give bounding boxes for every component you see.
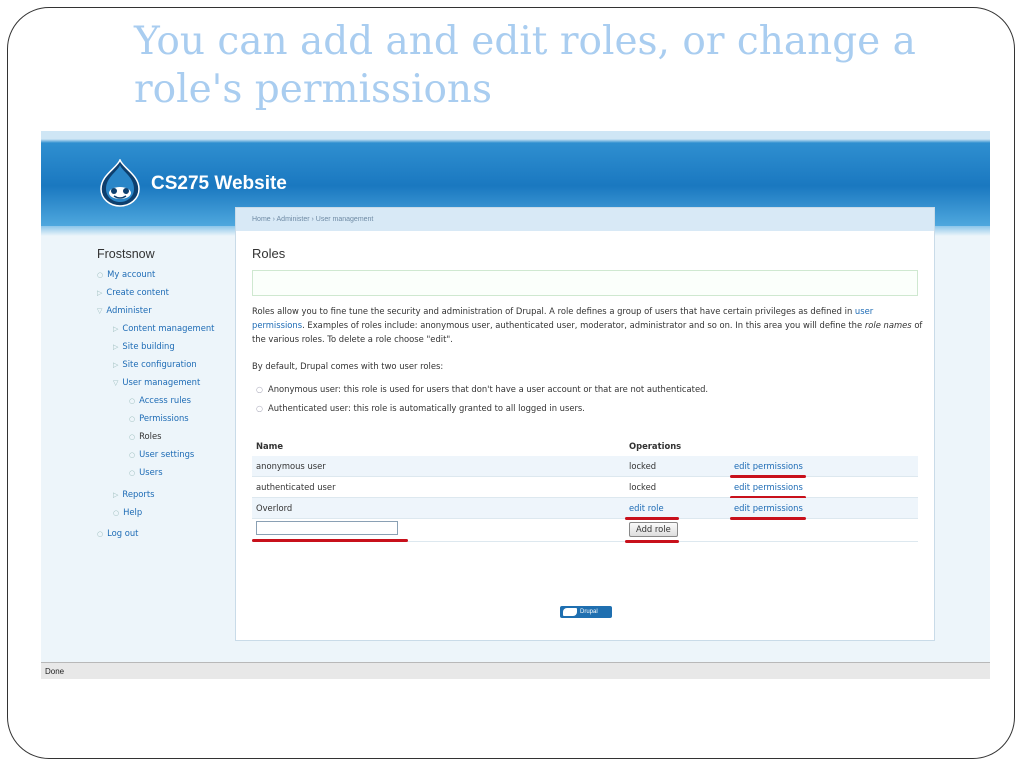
annotation-underline xyxy=(625,540,679,543)
badge-label: Drupal xyxy=(580,609,598,615)
default-roles-text: By default, Drupal comes with two user r… xyxy=(252,361,444,371)
browser-status-bar: Done xyxy=(41,662,990,679)
sidebar-item-label: Users xyxy=(139,467,163,477)
roles-table: Name Operations anonymous user locked ed… xyxy=(252,438,918,543)
collapsed-bullet-icon: ▷ xyxy=(113,361,119,369)
bullet-icon: ○ xyxy=(129,451,136,459)
role-name: anonymous user xyxy=(256,461,326,471)
page-title: Roles xyxy=(252,246,286,261)
sidebar-item-label: Create content xyxy=(106,287,169,297)
table-row: anonymous user locked edit permissions xyxy=(252,456,918,478)
sidebar-item-label: Reports xyxy=(122,489,155,499)
sidebar-item-reports[interactable]: ▷ Reports xyxy=(113,489,155,499)
sidebar-item-label: Administer xyxy=(106,305,152,315)
expanded-bullet-icon: ▽ xyxy=(113,379,119,387)
breadcrumb[interactable]: Home › Administer › User management xyxy=(236,208,934,231)
sidebar-item-label: Access rules xyxy=(139,395,192,405)
sidebar-item-user-management[interactable]: ▽ User management xyxy=(113,377,200,387)
intro-text: Roles allow you to fine tune the securit… xyxy=(252,306,853,316)
new-role-row: Add role xyxy=(252,519,918,543)
site-name[interactable]: CS275 Website xyxy=(151,173,287,195)
table-row: Overlord edit role edit permissions xyxy=(252,498,918,520)
sidebar-item-help[interactable]: ○ Help xyxy=(113,507,142,517)
sidebar-item-label: Help xyxy=(123,507,143,517)
edit-permissions-link[interactable]: edit permissions xyxy=(734,482,803,492)
sidebar-item-label: Roles xyxy=(139,431,162,441)
message-box xyxy=(252,270,918,296)
sidebar-item-label: Site configuration xyxy=(122,359,197,369)
role-name: Overlord xyxy=(256,503,293,513)
sidebar-user-name: Frostsnow xyxy=(97,247,155,261)
bullet-icon: ○ xyxy=(129,397,136,405)
sidebar-item-user-settings[interactable]: ○ User settings xyxy=(129,449,194,459)
table-header-row: Name Operations xyxy=(252,438,918,456)
sidebar-item-log-out[interactable]: ○ Log out xyxy=(97,528,138,538)
table-row: authenticated user locked edit permissio… xyxy=(252,477,918,499)
sidebar-item-label: Permissions xyxy=(139,413,189,423)
bullet-icon: ○ xyxy=(97,271,104,279)
sidebar-item-label: Site building xyxy=(122,341,175,351)
sidebar-item-create-content[interactable]: ▷ Create content xyxy=(97,287,169,297)
sidebar-item-my-account[interactable]: ○ My account xyxy=(97,269,155,279)
sidebar-item-roles[interactable]: ○ Roles xyxy=(129,431,162,441)
main-content: Home › Administer › User management Role… xyxy=(235,207,935,641)
powered-by-drupal-badge[interactable]: Drupal xyxy=(560,606,612,618)
sidebar-item-label: My account xyxy=(107,269,156,279)
bullet-icon: ○ xyxy=(113,509,120,517)
edit-permissions-link[interactable]: edit permissions xyxy=(734,503,803,513)
bullet-text: Anonymous user: this role is used for us… xyxy=(267,384,709,394)
bullet-icon: ○ xyxy=(129,433,136,441)
role-locked-text: locked xyxy=(629,482,657,492)
sidebar-item-users[interactable]: ○ Users xyxy=(129,467,163,477)
bullet-authenticated: ○ Authenticated user: this role is automa… xyxy=(256,403,585,413)
role-name: authenticated user xyxy=(256,482,336,492)
slide-title: You can add and edit roles, or change a … xyxy=(134,19,916,112)
column-header-operations: Operations xyxy=(629,441,682,451)
bullet-icon: ○ xyxy=(129,469,136,477)
intro-emphasis: role names xyxy=(864,320,912,330)
collapsed-bullet-icon: ▷ xyxy=(113,491,119,499)
collapsed-bullet-icon: ▷ xyxy=(113,343,119,351)
add-role-button[interactable]: Add role xyxy=(629,522,678,537)
sidebar-item-access-rules[interactable]: ○ Access rules xyxy=(129,395,191,405)
bullet-anonymous: ○ Anonymous user: this role is used for u… xyxy=(256,384,708,394)
new-role-name-input[interactable] xyxy=(256,521,398,535)
bullet-text: Authenticated user: this role is automat… xyxy=(267,403,585,413)
edit-permissions-link[interactable]: edit permissions xyxy=(734,461,803,471)
browser-screenshot: CS275 Website Frostsnow ○ My account ▷ Cre… xyxy=(41,131,990,679)
status-text: Done xyxy=(45,667,65,676)
collapsed-bullet-icon: ▷ xyxy=(113,325,119,333)
sidebar-item-label: Content management xyxy=(122,323,215,333)
drupal-logo-icon[interactable] xyxy=(99,159,141,207)
edit-role-link[interactable]: edit role xyxy=(629,503,664,513)
sidebar-item-label: User management xyxy=(122,377,201,387)
bullet-icon: ○ xyxy=(256,404,263,413)
sidebar-item-site-building[interactable]: ▷ Site building xyxy=(113,341,175,351)
role-locked-text: locked xyxy=(629,461,657,471)
annotation-underline xyxy=(252,539,408,542)
bullet-icon: ○ xyxy=(256,385,263,394)
column-header-name: Name xyxy=(256,441,284,451)
sidebar-item-site-configuration[interactable]: ▷ Site configuration xyxy=(113,359,197,369)
sidebar-item-label: Log out xyxy=(107,528,139,538)
bullet-icon: ○ xyxy=(129,415,136,423)
sidebar-item-administer[interactable]: ▽ Administer xyxy=(97,305,152,315)
intro-paragraph: Roles allow you to fine tune the securit… xyxy=(252,304,924,346)
sidebar-item-label: User settings xyxy=(139,449,195,459)
sidebar-item-content-management[interactable]: ▷ Content management xyxy=(113,323,214,333)
bullet-icon: ○ xyxy=(97,530,104,538)
intro-text: . Examples of roles include: anonymous u… xyxy=(302,320,863,330)
collapsed-bullet-icon: ▷ xyxy=(97,289,103,297)
sidebar-item-permissions[interactable]: ○ Permissions xyxy=(129,413,189,423)
expanded-bullet-icon: ▽ xyxy=(97,307,103,315)
drupal-drop-icon xyxy=(563,608,577,616)
